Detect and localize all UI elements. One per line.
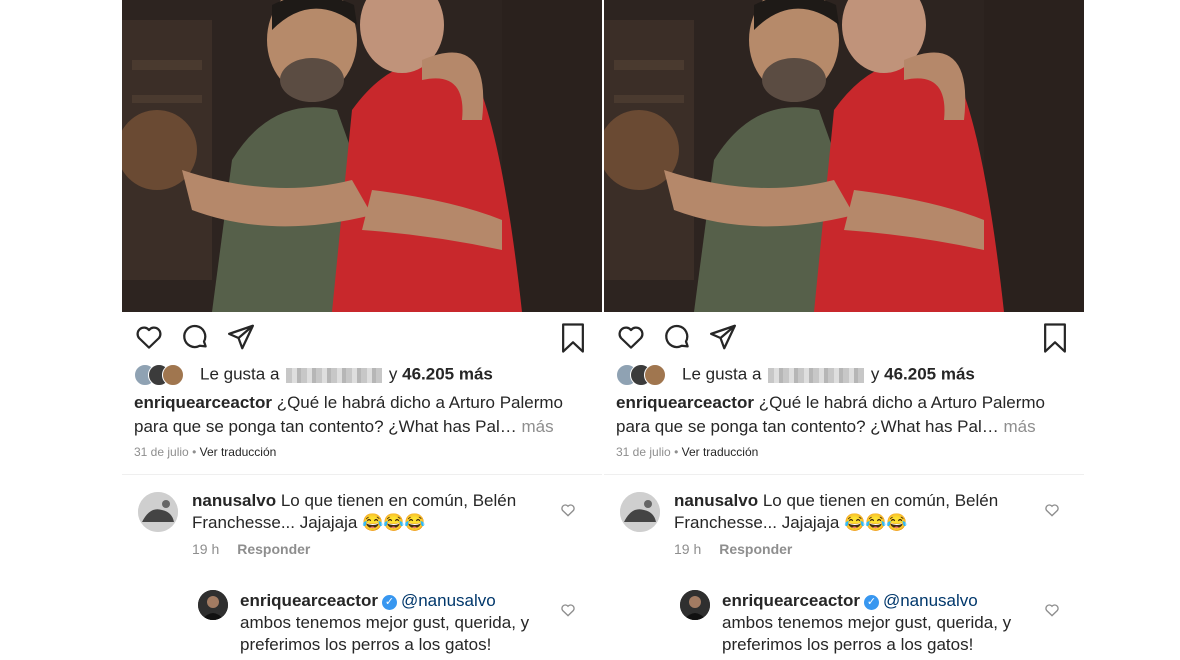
- verified-badge-icon: ✓: [381, 595, 397, 610]
- comment-username[interactable]: nanusalvo: [192, 491, 276, 510]
- likes-summary[interactable]: Le gusta a y 46.205 más: [134, 364, 493, 386]
- post-photo[interactable]: [122, 0, 602, 312]
- reply-button[interactable]: Responder: [719, 541, 792, 557]
- instagram-post-screenshot-right: Le gusta a y 46.205 más enriquearceactor…: [604, 0, 1084, 660]
- blurred-username: [286, 367, 383, 383]
- post-actions-bar: [604, 322, 1084, 356]
- reply-mention[interactable]: @nanusalvo: [883, 591, 978, 610]
- comment-meta: 19 h Responder: [674, 541, 792, 557]
- likes-summary[interactable]: Le gusta a y 46.205 más: [616, 364, 975, 386]
- comment-username[interactable]: nanusalvo: [674, 491, 758, 510]
- divider: [604, 474, 1084, 475]
- instagram-post-screenshot-left: Le gusta a y 46.205 más enriquearceactor…: [122, 0, 602, 660]
- bookmark-icon[interactable]: [558, 322, 588, 359]
- comment-meta: 19 h Responder: [192, 541, 310, 557]
- reply-text: ambos tenemos mejor gust, querida, y pre…: [722, 613, 1012, 654]
- photo-illustration: [604, 0, 1084, 312]
- photo-illustration: [122, 0, 602, 312]
- blurred-username: [768, 367, 865, 383]
- post-caption: enriquearceactor ¿Qué le habrá dicho a A…: [134, 391, 584, 439]
- likes-connector: y: [870, 364, 880, 384]
- post-date: 31 de julio: [134, 445, 189, 459]
- reply-username[interactable]: enriquearceactor: [240, 591, 378, 610]
- likes-count[interactable]: 46.205 más: [402, 364, 493, 383]
- caption-more-link[interactable]: más: [521, 417, 553, 436]
- divider: [122, 474, 602, 475]
- heart-icon[interactable]: [616, 322, 646, 357]
- likes-connector: y: [388, 364, 398, 384]
- post-meta: 31 de julio • Ver traducción: [616, 445, 758, 459]
- reply-button[interactable]: Responder: [237, 541, 310, 557]
- comment-like-icon[interactable]: [560, 602, 576, 623]
- caption-username[interactable]: enriquearceactor: [134, 393, 272, 412]
- reply-comment: enriquearceactor ✓ @nanusalvo ambos tenemo…: [722, 590, 1032, 656]
- reply-mention[interactable]: @nanusalvo: [401, 591, 496, 610]
- post-meta: 31 de julio • Ver traducción: [134, 445, 276, 459]
- comment-like-icon[interactable]: [560, 502, 576, 523]
- likes-count[interactable]: 46.205 más: [884, 364, 975, 383]
- likes-prefix: Le gusta a: [682, 364, 762, 384]
- comment-time: 19 h: [192, 541, 220, 557]
- avatar[interactable]: [680, 590, 710, 620]
- avatar: [162, 364, 184, 386]
- comment-like-icon[interactable]: [1044, 602, 1060, 623]
- reply-comment: enriquearceactor ✓ @nanusalvo ambos tenemo…: [240, 590, 550, 656]
- verified-badge-icon: ✓: [863, 595, 879, 610]
- caption-more-link[interactable]: más: [1003, 417, 1035, 436]
- translate-link[interactable]: Ver traducción: [682, 445, 759, 459]
- liker-avatars: [134, 364, 192, 386]
- bookmark-icon[interactable]: [1040, 322, 1070, 359]
- post-date: 31 de julio: [616, 445, 671, 459]
- share-icon[interactable]: [226, 322, 256, 357]
- avatar[interactable]: [198, 590, 228, 620]
- liker-avatars: [616, 364, 674, 386]
- comment-like-icon[interactable]: [1044, 502, 1060, 523]
- post-caption: enriquearceactor ¿Qué le habrá dicho a A…: [616, 391, 1066, 439]
- translate-link[interactable]: Ver traducción: [200, 445, 277, 459]
- avatar[interactable]: [138, 492, 178, 532]
- share-icon[interactable]: [708, 322, 738, 357]
- avatar[interactable]: [620, 492, 660, 532]
- comment: nanusalvo Lo que tienen en común, Belén …: [674, 490, 1034, 534]
- reply-text: ambos tenemos mejor gust, querida, y pre…: [240, 613, 530, 654]
- post-actions-bar: [122, 322, 602, 356]
- comment-icon[interactable]: [662, 322, 692, 357]
- comment: nanusalvo Lo que tienen en común, Belén …: [192, 490, 552, 534]
- reply-username[interactable]: enriquearceactor: [722, 591, 860, 610]
- caption-username[interactable]: enriquearceactor: [616, 393, 754, 412]
- post-photo[interactable]: [604, 0, 1084, 312]
- likes-prefix: Le gusta a: [200, 364, 280, 384]
- comment-icon[interactable]: [180, 322, 210, 357]
- meta-separator: •: [674, 445, 679, 459]
- meta-separator: •: [192, 445, 197, 459]
- avatar: [644, 364, 666, 386]
- heart-icon[interactable]: [134, 322, 164, 357]
- comment-time: 19 h: [674, 541, 702, 557]
